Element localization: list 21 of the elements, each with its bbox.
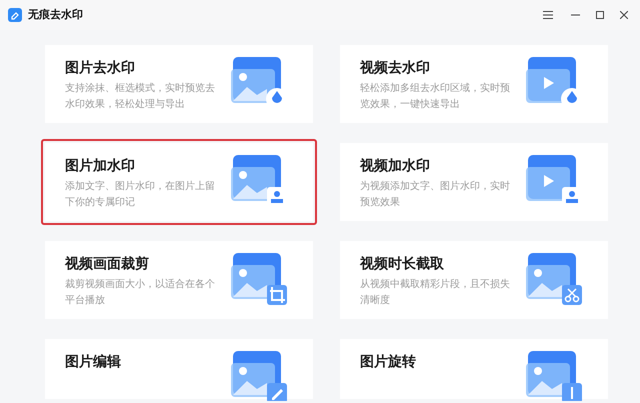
card-title: 视频加水印	[360, 157, 431, 175]
card-title: 图片编辑	[65, 353, 122, 371]
app-logo-icon	[8, 8, 22, 22]
close-icon[interactable]	[620, 11, 628, 19]
minimize-icon[interactable]	[571, 14, 580, 16]
card-description: 支持涂抹、框选模式，实时预览去水印效果，轻松处理与导出	[65, 82, 216, 112]
card-description: 添加文字、图片水印，在图片上留下你的专属印记	[65, 180, 216, 210]
menu-icon[interactable]	[543, 11, 553, 19]
window-title: 无痕去水印	[28, 6, 83, 23]
card-description: 轻松添加多组去水印区域，实时预览效果，一键快速导出	[360, 82, 511, 112]
card-description: 从视频中截取精彩片段，且不损失清晰度	[360, 278, 511, 308]
card-title: 视频去水印	[360, 59, 431, 77]
feature-card[interactable]: 图片加水印 添加文字、图片水印，在图片上留下你的专属印记	[41, 139, 317, 225]
card-title: 图片去水印	[65, 59, 136, 77]
card-title: 图片加水印	[65, 157, 136, 175]
card-description: 裁剪视频画面大小，以适合在各个平台播放	[65, 278, 216, 308]
maximize-icon[interactable]	[596, 11, 604, 19]
card-title: 视频时长截取	[360, 255, 445, 273]
card-description: 为视频添加文字、图片水印，实时预览效果	[360, 180, 511, 210]
card-title: 图片旋转	[360, 353, 417, 371]
card-title: 视频画面裁剪	[65, 255, 150, 273]
